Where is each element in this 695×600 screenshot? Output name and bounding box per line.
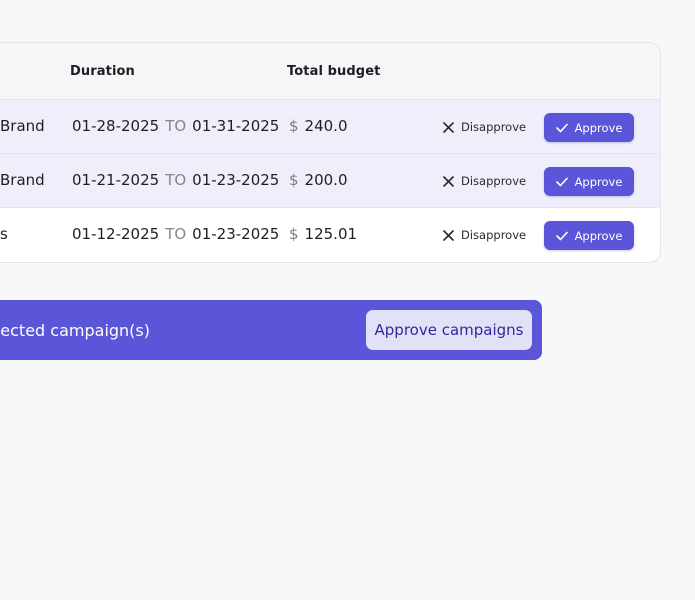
bulk-action-bar: elected campaign(s) Approve campaigns	[0, 300, 542, 360]
budget-value: 200.0	[304, 171, 348, 189]
disapprove-label: Disapprove	[461, 174, 527, 188]
campaign-name: Brand	[0, 117, 45, 135]
disapprove-label: Disapprove	[461, 228, 527, 242]
column-header-total-budget: Total budget	[287, 64, 381, 79]
close-icon	[443, 229, 454, 241]
end-date: 01-23-2025	[192, 171, 280, 189]
date-separator: TO	[165, 225, 187, 243]
approve-label: Approve	[574, 120, 623, 135]
disapprove-label: Disapprove	[461, 120, 527, 134]
duration-cell: 01-28-2025 TO 01-31-2025	[72, 117, 279, 135]
check-icon	[555, 123, 568, 132]
date-separator: TO	[165, 171, 187, 189]
end-date: 01-23-2025	[192, 225, 280, 243]
start-date: 01-21-2025	[72, 171, 160, 189]
table-row[interactable]: Brand 01-28-2025 TO 01-31-2025 $240.0 Disa…	[0, 100, 660, 154]
check-icon	[555, 231, 568, 240]
approve-label: Approve	[574, 174, 623, 189]
duration-cell: 01-21-2025 TO 01-23-2025	[72, 171, 279, 189]
currency-symbol: $	[289, 225, 299, 243]
table-row[interactable]: Brand 01-21-2025 TO 01-23-2025 $200.0 Disa…	[0, 154, 660, 208]
date-separator: TO	[165, 117, 187, 135]
currency-symbol: $	[289, 171, 299, 189]
approve-button[interactable]: Approve	[544, 221, 634, 250]
check-icon	[555, 177, 568, 186]
budget-cell: $200.0	[289, 171, 348, 189]
page: Duration Total budget Brand 01-28-2025 TO…	[0, 0, 695, 600]
approve-button[interactable]: Approve	[544, 167, 634, 196]
disapprove-button[interactable]: Disapprove	[443, 114, 526, 140]
disapprove-button[interactable]: Disapprove	[443, 222, 526, 248]
approve-button[interactable]: Approve	[544, 113, 634, 142]
close-icon	[443, 121, 454, 133]
disapprove-button[interactable]: Disapprove	[443, 168, 526, 194]
selected-count-text: elected campaign(s)	[0, 321, 150, 340]
start-date: 01-28-2025	[72, 117, 160, 135]
close-icon	[443, 175, 454, 187]
start-date: 01-12-2025	[72, 225, 160, 243]
column-header-duration: Duration	[70, 64, 135, 79]
budget-value: 240.0	[304, 117, 348, 135]
approve-campaigns-button[interactable]: Approve campaigns	[366, 310, 532, 350]
approve-label: Approve	[574, 228, 623, 243]
currency-symbol: $	[289, 117, 299, 135]
campaign-name: s	[0, 225, 8, 243]
budget-cell: $240.0	[289, 117, 348, 135]
table-header: Duration Total budget	[0, 43, 660, 100]
budget-cell: $125.01	[289, 225, 357, 243]
selected-count-label: elected campaign(s)	[0, 321, 150, 340]
budget-value: 125.01	[304, 225, 358, 243]
end-date: 01-31-2025	[192, 117, 280, 135]
table-row[interactable]: s 01-12-2025 TO 01-23-2025 $125.01 Disappr…	[0, 208, 660, 262]
duration-cell: 01-12-2025 TO 01-23-2025	[72, 225, 279, 243]
campaign-name: Brand	[0, 171, 45, 189]
campaign-approval-table: Duration Total budget Brand 01-28-2025 TO…	[0, 42, 661, 263]
